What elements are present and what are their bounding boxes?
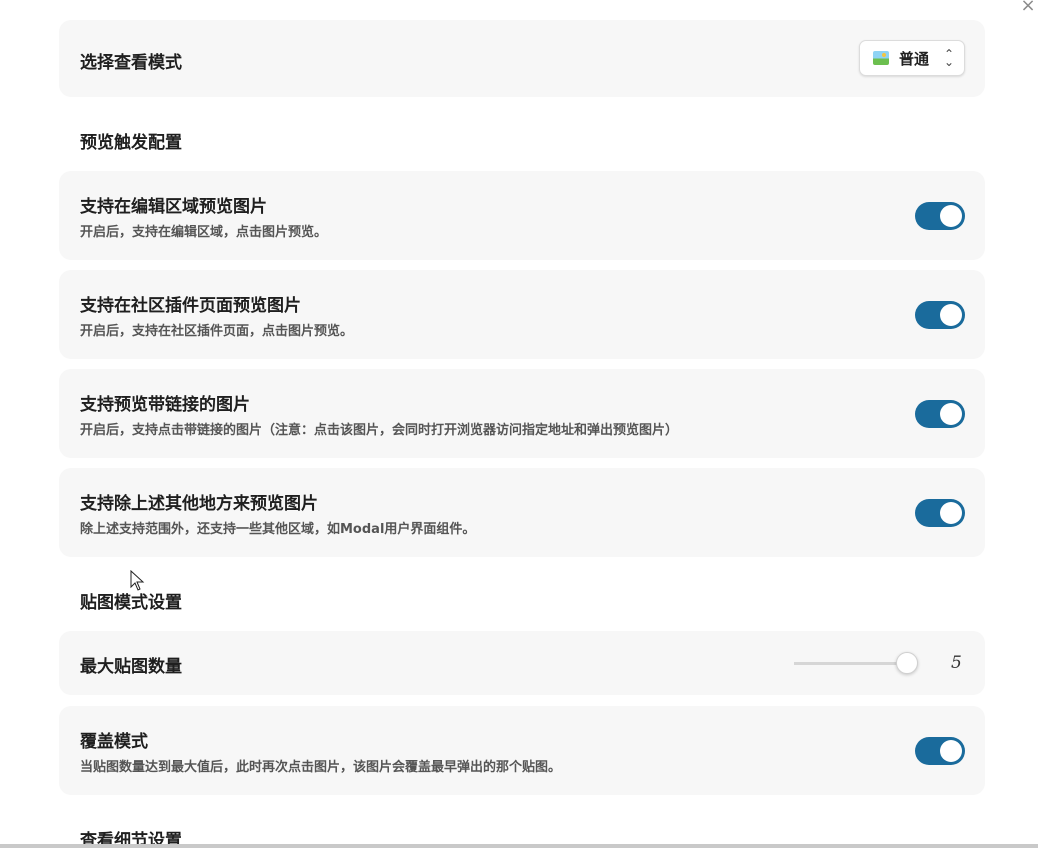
toggle-knob: [940, 205, 962, 227]
option-plugin-page: 支持在社区插件页面预览图片 开启后，支持在社区插件页面，点击图片预览。: [59, 270, 985, 359]
view-mode-select[interactable]: 普通 ⌃ ⌄: [859, 40, 965, 76]
option-description: 当贴图数量达到最大值后，此时再次点击图片，该图片会覆盖最早弹出的那个贴图。: [80, 760, 562, 775]
divider: [0, 844, 1038, 848]
option-title: 支持在编辑区域预览图片: [80, 197, 267, 217]
other-places-toggle[interactable]: [915, 499, 965, 527]
option-title: 覆盖模式: [80, 732, 148, 752]
option-title: 支持除上述其他地方来预览图片: [80, 494, 318, 514]
max-stickers-slider[interactable]: [794, 652, 918, 674]
option-other-places: 支持除上述其他地方来预览图片 除上述支持范围外，还支持一些其他区域，如Modal…: [59, 468, 985, 557]
option-overwrite-mode: 覆盖模式 当贴图数量达到最大值后，此时再次点击图片，该图片会覆盖最早弹出的那个贴…: [59, 706, 985, 795]
view-mode-label: 选择查看模式: [80, 53, 182, 73]
mouse-cursor-icon: [130, 570, 145, 591]
toggle-knob: [940, 403, 962, 425]
close-icon[interactable]: ×: [1018, 0, 1038, 16]
slider-thumb[interactable]: [895, 652, 918, 674]
view-mode-card: 选择查看模式 普通 ⌃ ⌄: [59, 20, 985, 97]
option-description: 开启后，支持在社区插件页面，点击图片预览。: [80, 324, 354, 339]
toggle-knob: [940, 304, 962, 326]
slider-fill: [794, 662, 907, 665]
overwrite-mode-toggle[interactable]: [915, 737, 965, 765]
option-max-stickers: 最大贴图数量 5: [59, 631, 985, 695]
toggle-knob: [940, 740, 962, 762]
option-description: 除上述支持范围外，还支持一些其他区域，如Modal用户界面组件。: [80, 522, 476, 537]
option-linked-image: 支持预览带链接的图片 开启后，支持点击带链接的图片（注意：点击该图片，会同时打开…: [59, 369, 985, 458]
toggle-knob: [940, 502, 962, 524]
section-preview-trigger: 预览触发配置: [80, 133, 182, 153]
slider-value: 5: [951, 653, 962, 673]
option-title: 最大贴图数量: [80, 657, 182, 677]
view-mode-selected: 普通: [899, 49, 930, 68]
option-description: 开启后，支持点击带链接的图片（注意：点击该图片，会同时打开浏览器访问指定地址和弹…: [80, 423, 679, 438]
option-title: 支持预览带链接的图片: [80, 395, 250, 415]
linked-image-toggle[interactable]: [915, 400, 965, 428]
picture-icon: [873, 51, 889, 65]
option-title: 支持在社区插件页面预览图片: [80, 296, 301, 316]
chevron-updown-icon: ⌃ ⌄: [943, 47, 954, 69]
option-description: 开启后，支持在编辑区域，点击图片预览。: [80, 225, 328, 240]
edit-area-toggle[interactable]: [915, 202, 965, 230]
option-edit-area: 支持在编辑区域预览图片 开启后，支持在编辑区域，点击图片预览。: [59, 171, 985, 260]
plugin-page-toggle[interactable]: [915, 301, 965, 329]
